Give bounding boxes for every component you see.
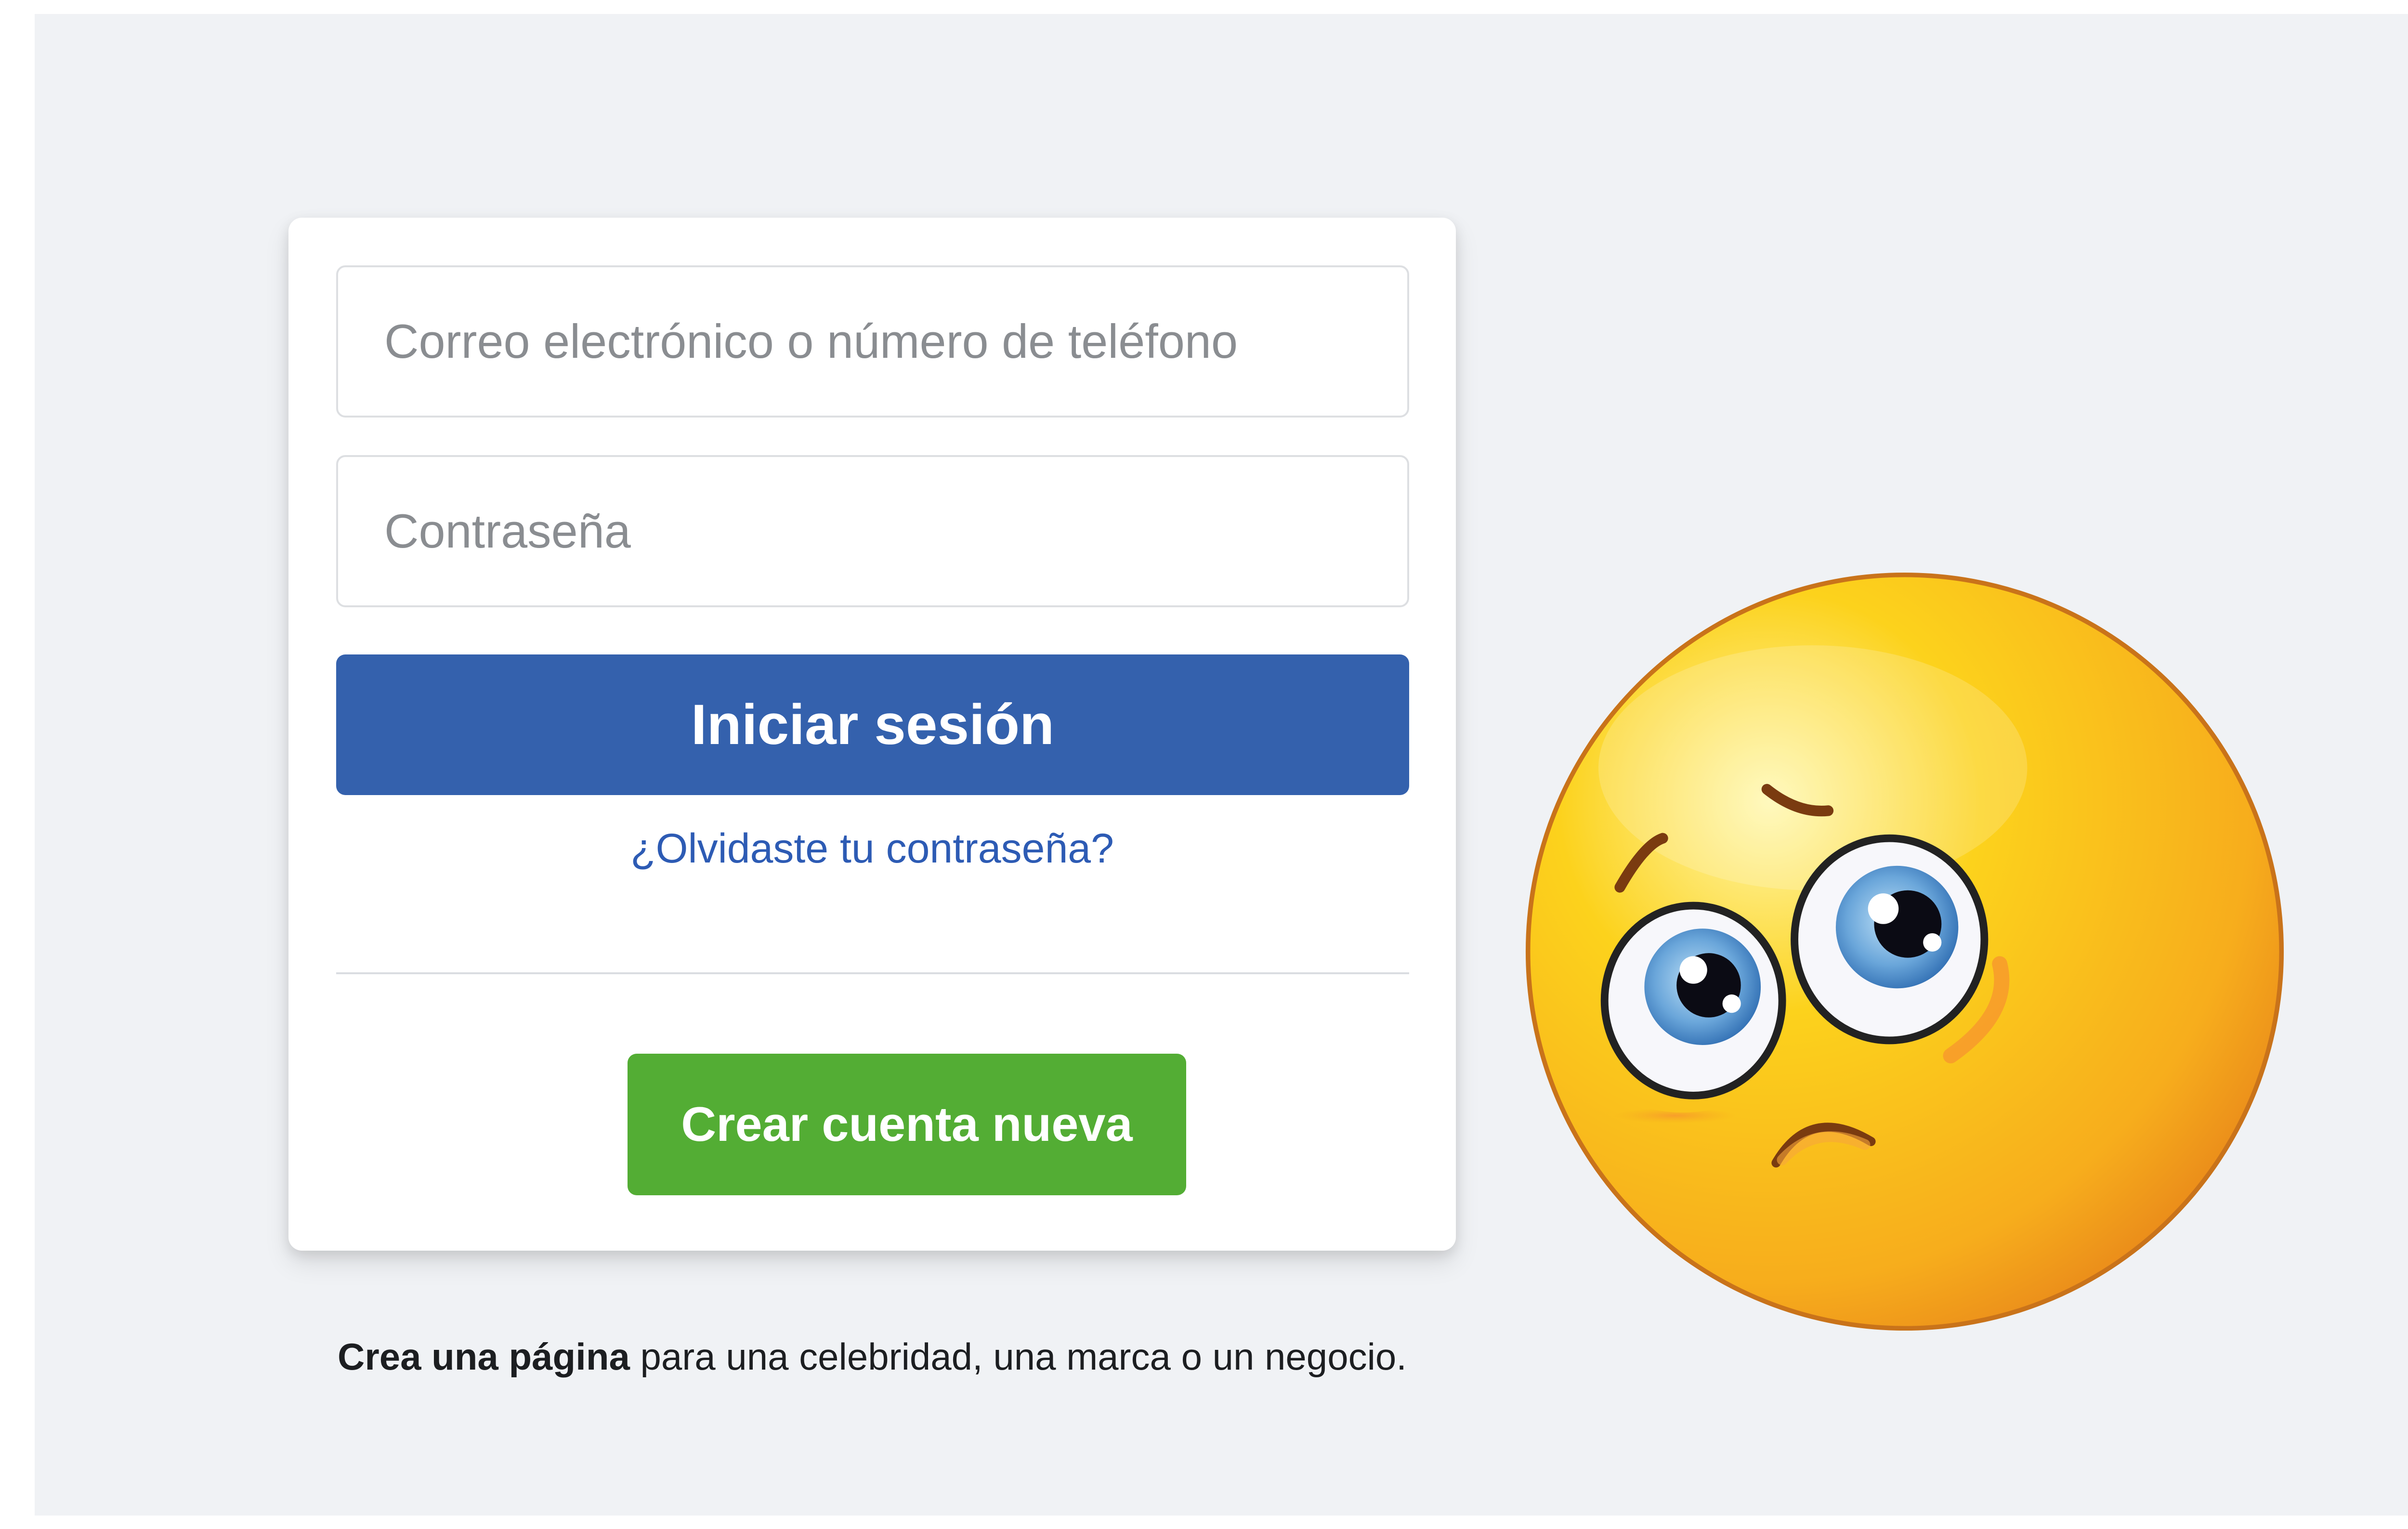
password-field[interactable] <box>336 455 1409 607</box>
divider <box>336 972 1409 974</box>
forgot-password-link[interactable]: ¿Olvidaste tu contraseña? <box>288 820 1456 877</box>
email-field[interactable] <box>336 265 1409 418</box>
create-page-link[interactable]: Crea una página <box>338 1335 630 1378</box>
sad-face-emoji-icon <box>1525 572 2284 1331</box>
create-page-text: para una celebridad, una marca o un nego… <box>629 1335 1407 1378</box>
login-button[interactable]: Iniciar sesión <box>336 654 1409 795</box>
create-page-promo: Crea una página para una celebridad, una… <box>288 1329 1456 1385</box>
create-account-button[interactable]: Crear cuenta nueva <box>628 1054 1186 1195</box>
login-card: Iniciar sesión ¿Olvidaste tu contraseña?… <box>288 218 1456 1251</box>
page: Iniciar sesión ¿Olvidaste tu contraseña?… <box>0 0 2408 1529</box>
login-screen: Iniciar sesión ¿Olvidaste tu contraseña?… <box>35 14 2408 1516</box>
